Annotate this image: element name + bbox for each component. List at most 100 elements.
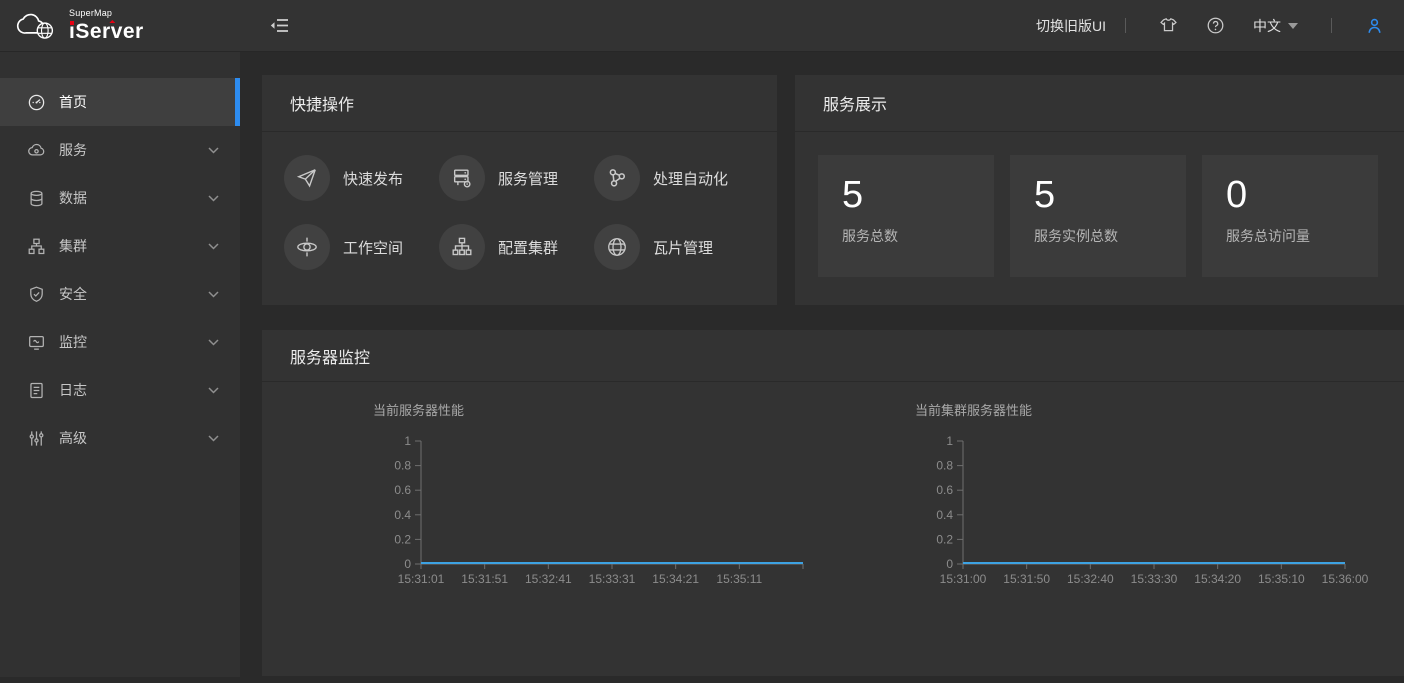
dashboard-icon xyxy=(27,93,46,112)
chevron-down-icon xyxy=(208,291,219,298)
panel-title: 快捷操作 xyxy=(262,75,777,132)
svg-text:15:32:40: 15:32:40 xyxy=(1067,572,1114,586)
collapse-menu-icon[interactable] xyxy=(270,17,290,34)
tile-globe-icon xyxy=(594,224,640,270)
stat-label: 服务总数 xyxy=(842,226,970,246)
stat-card-total-services: 5 服务总数 xyxy=(818,155,994,277)
chart-title: 当前集群服务器性能 xyxy=(915,400,1375,419)
quick-actions-panel: 快捷操作 快速发布 xyxy=(262,75,777,305)
svg-text:15:33:31: 15:33:31 xyxy=(589,572,636,586)
service-cloud-icon xyxy=(27,141,46,160)
svg-text:0.4: 0.4 xyxy=(394,508,411,522)
stat-card-total-visits: 0 服务总访问量 xyxy=(1202,155,1378,277)
top-bar: SuperMap iServer 切换旧版UI 中文 xyxy=(0,0,1404,52)
quick-action-configure-cluster[interactable]: 配置集群 xyxy=(439,224,594,270)
server-monitoring-panel: 服务器监控 当前服务器性能 0 0.2 0.4 0.6 0.8 1 15:31:01 15:3… xyxy=(262,330,1404,676)
quick-action-label: 工作空间 xyxy=(343,237,403,258)
svg-text:1: 1 xyxy=(404,434,411,448)
chevron-down-icon xyxy=(208,195,219,202)
sidebar-item-home[interactable]: 首页 xyxy=(0,78,240,126)
chevron-down-icon xyxy=(208,339,219,346)
chevron-down-icon xyxy=(208,435,219,442)
quick-action-service-management[interactable]: 服务管理 xyxy=(439,155,594,201)
paper-plane-icon xyxy=(284,155,330,201)
svg-text:15:35:10: 15:35:10 xyxy=(1258,572,1305,586)
monitor-icon xyxy=(27,333,46,352)
cluster-tree-icon xyxy=(439,224,485,270)
database-icon xyxy=(27,189,46,208)
sidebar-item-label: 日志 xyxy=(59,380,87,400)
caret-down-icon xyxy=(1288,23,1298,29)
sidebar-nav: 首页 服务 数据 xyxy=(0,52,240,677)
sidebar-item-data[interactable]: 数据 xyxy=(0,174,240,222)
stat-label: 服务总访问量 xyxy=(1226,226,1354,246)
line-chart: 0 0.2 0.4 0.6 0.8 1 15:31:00 15:31:50 15:32:40 15… xyxy=(915,426,1375,591)
svg-text:0.8: 0.8 xyxy=(394,459,411,473)
quick-action-tile-management[interactable]: 瓦片管理 xyxy=(594,224,749,270)
language-selector[interactable]: 中文 xyxy=(1253,16,1298,36)
panel-title: 服务器监控 xyxy=(262,330,1404,382)
svg-text:15:33:30: 15:33:30 xyxy=(1131,572,1178,586)
stat-cards: 5 服务总数 5 服务实例总数 0 服务总访问量 xyxy=(795,132,1404,277)
svg-text:0: 0 xyxy=(404,557,411,571)
sidebar-item-advanced[interactable]: 高级 xyxy=(0,414,240,462)
svg-text:0.2: 0.2 xyxy=(936,532,953,546)
quick-actions-grid: 快速发布 服务管理 xyxy=(262,132,777,270)
brand-logo: SuperMap iServer xyxy=(0,9,240,42)
switch-old-ui-link[interactable]: 切换旧版UI xyxy=(1036,16,1106,36)
main-content: 快捷操作 快速发布 xyxy=(240,52,1404,683)
sliders-icon xyxy=(27,429,46,448)
help-icon[interactable] xyxy=(1206,16,1225,35)
sidebar-item-label: 服务 xyxy=(59,140,87,160)
topbar-actions: 切换旧版UI 中文 xyxy=(1036,16,1404,36)
panel-title: 服务展示 xyxy=(795,75,1404,132)
svg-text:0.8: 0.8 xyxy=(936,459,953,473)
svg-text:0.2: 0.2 xyxy=(394,532,411,546)
quick-action-label: 快速发布 xyxy=(343,168,403,189)
svg-text:15:36:00: 15:36:00 xyxy=(1322,572,1369,586)
svg-text:1: 1 xyxy=(946,434,953,448)
chart-current-cluster-server-performance: 当前集群服务器性能 0 0.2 0.4 0.6 0.8 1 15:31:00 15:31:50… xyxy=(915,400,1375,591)
quick-action-label: 瓦片管理 xyxy=(653,237,713,258)
quick-action-processing-automation[interactable]: 处理自动化 xyxy=(594,155,749,201)
svg-text:15:31:01: 15:31:01 xyxy=(398,572,445,586)
language-label: 中文 xyxy=(1253,16,1281,36)
sidebar-item-services[interactable]: 服务 xyxy=(0,126,240,174)
quick-action-label: 配置集群 xyxy=(498,237,558,258)
cluster-icon xyxy=(27,237,46,256)
sidebar-item-label: 集群 xyxy=(59,236,87,256)
sidebar-item-monitoring[interactable]: 监控 xyxy=(0,318,240,366)
quick-action-label: 处理自动化 xyxy=(653,168,728,189)
svg-text:15:31:50: 15:31:50 xyxy=(1003,572,1050,586)
sidebar-item-cluster[interactable]: 集群 xyxy=(0,222,240,270)
shield-icon xyxy=(27,285,46,304)
server-gear-icon xyxy=(439,155,485,201)
svg-text:0: 0 xyxy=(946,557,953,571)
chevron-down-icon xyxy=(208,147,219,154)
sidebar-item-logs[interactable]: 日志 xyxy=(0,366,240,414)
svg-text:15:35:11: 15:35:11 xyxy=(716,572,762,586)
service-overview-panel: 服务展示 5 服务总数 5 服务实例总数 0 服务总访问量 xyxy=(795,75,1404,305)
brand-text: SuperMap iServer xyxy=(69,9,144,42)
workspace-orbit-icon xyxy=(284,224,330,270)
svg-text:0.6: 0.6 xyxy=(394,483,411,497)
brand-supermap-label: SuperMap xyxy=(69,9,144,18)
svg-text:0.4: 0.4 xyxy=(936,508,953,522)
user-icon[interactable] xyxy=(1365,16,1384,36)
stat-value: 5 xyxy=(1034,175,1162,217)
sidebar-item-label: 监控 xyxy=(59,332,87,352)
chart-title: 当前服务器性能 xyxy=(373,400,833,419)
line-chart: 00.20.40.60.8115:31:0115:31:5115:32:4115… xyxy=(373,426,833,591)
sidebar-item-security[interactable]: 安全 xyxy=(0,270,240,318)
svg-text:15:34:21: 15:34:21 xyxy=(652,572,699,586)
quick-action-workspace[interactable]: 工作空间 xyxy=(284,224,439,270)
brand-iserver-label: iServer xyxy=(69,21,144,42)
quick-action-quick-publish[interactable]: 快速发布 xyxy=(284,155,439,201)
svg-text:0.6: 0.6 xyxy=(936,483,953,497)
chart-current-server-performance: 当前服务器性能 00.20.40.60.8115:31:0115:31:5115… xyxy=(373,400,833,591)
skin-icon[interactable] xyxy=(1159,16,1178,35)
charts-row: 当前服务器性能 00.20.40.60.8115:31:0115:31:5115… xyxy=(262,382,1404,591)
sidebar-item-label: 安全 xyxy=(59,284,87,304)
log-icon xyxy=(27,381,46,400)
svg-text:15:31:00: 15:31:00 xyxy=(940,572,987,586)
